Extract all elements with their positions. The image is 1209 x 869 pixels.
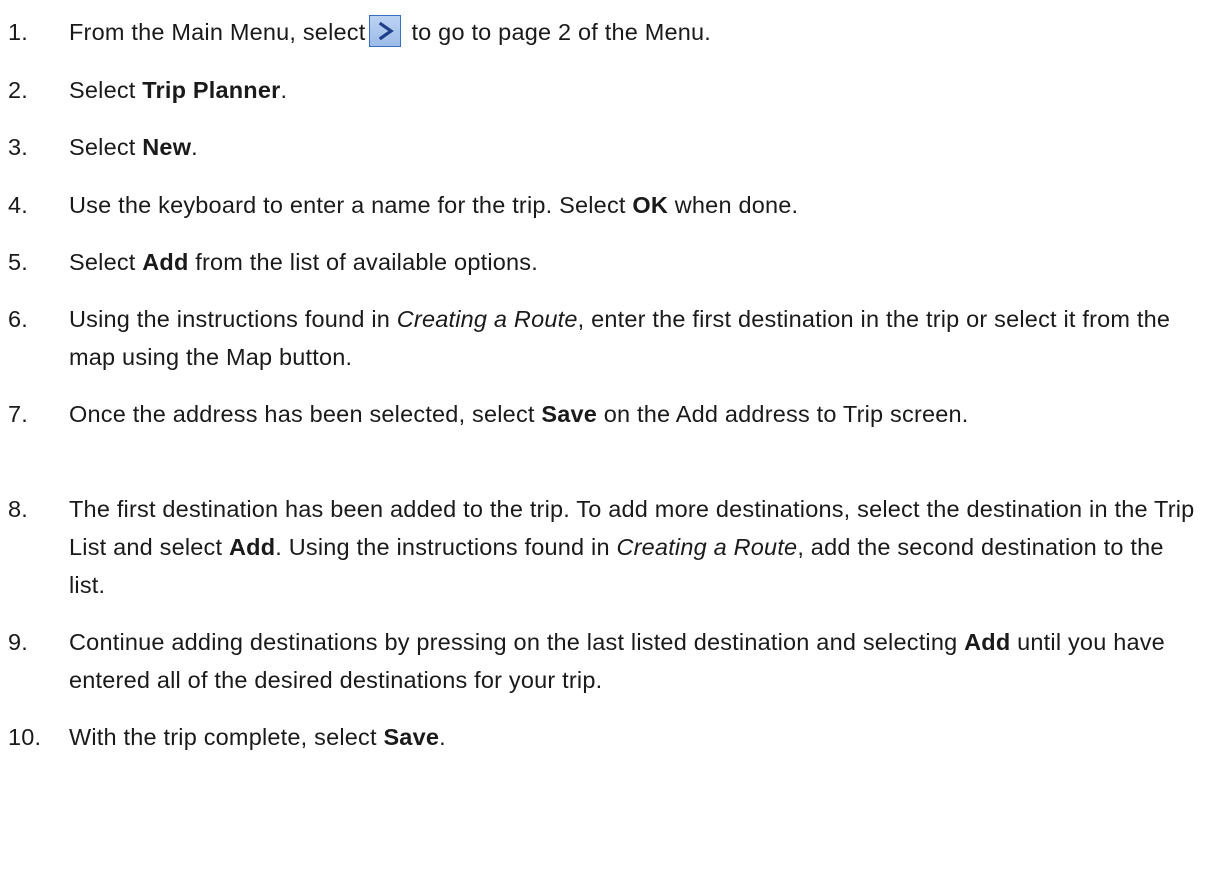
step-text: Select New. (69, 134, 198, 160)
step-text: Continue adding destinations by pressing… (69, 629, 1165, 693)
step-text: Select Trip Planner. (69, 77, 288, 103)
step-text: Select Add from the list of available op… (69, 249, 538, 275)
step-number: 1. (8, 19, 28, 45)
step-number: 5. (8, 249, 28, 275)
step-number: 4. (8, 192, 28, 218)
step-number: 7. (8, 401, 28, 427)
next-page-arrow-icon (369, 15, 402, 47)
step-number: 6. (8, 306, 28, 332)
step-text: From the Main Menu, select to go to page … (69, 13, 1203, 51)
step-5: 5. Select Add from the list of available… (8, 243, 1203, 281)
step-text: Use the keyboard to enter a name for the… (69, 192, 799, 218)
step-number: 8. (8, 496, 28, 522)
step-8: 8. The first destination has been added … (8, 490, 1203, 604)
step-number: 2. (8, 77, 28, 103)
step-number: 3. (8, 134, 28, 160)
step-text: With the trip complete, select Save. (69, 724, 446, 750)
step-text: The first destination has been added to … (69, 496, 1195, 598)
step-4: 4. Use the keyboard to enter a name for … (8, 186, 1203, 224)
step-1: 1. From the Main Menu, select to go to pa… (8, 13, 1203, 51)
step-7: 7. Once the address has been selected, s… (8, 395, 1203, 433)
step-2: 2. Select Trip Planner. (8, 71, 1203, 109)
step-text: Once the address has been selected, sele… (69, 401, 969, 427)
step-10: 10. With the trip complete, select Save. (8, 718, 1203, 756)
step-3: 3. Select New. (8, 128, 1203, 166)
step-6: 6. Using the instructions found in Creat… (8, 300, 1203, 376)
step-text: Using the instructions found in Creating… (69, 306, 1171, 370)
step-number: 9. (8, 629, 28, 655)
step-9: 9. Continue adding destinations by press… (8, 623, 1203, 699)
step-number: 10. (8, 724, 42, 750)
